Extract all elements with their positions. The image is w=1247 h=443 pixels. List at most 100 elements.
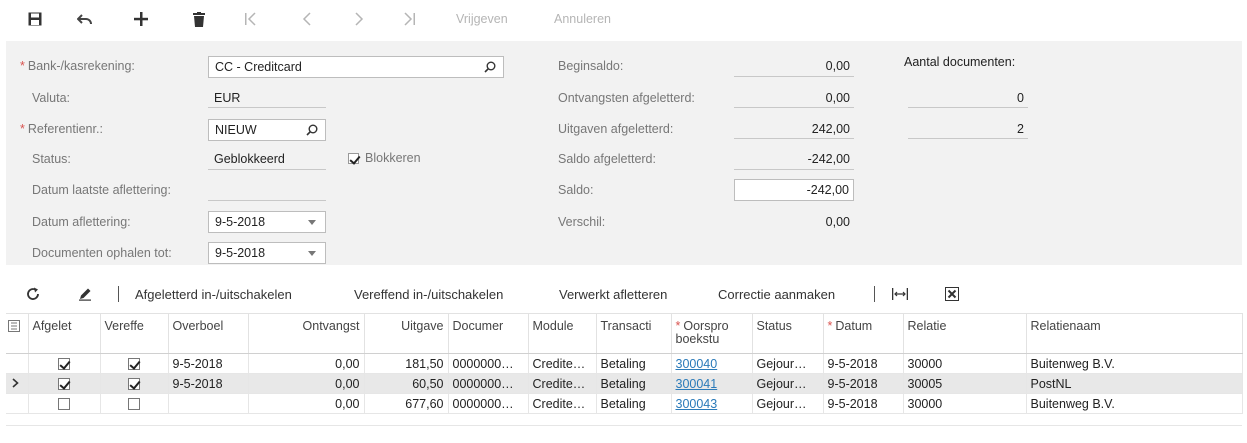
reconciled-checkbox[interactable]: [58, 358, 70, 371]
cell-customer[interactable]: 30005: [903, 373, 1027, 394]
cell-document[interactable]: 0000000…: [448, 393, 529, 414]
orig-batch-link[interactable]: 300041: [676, 377, 718, 391]
transactions-grid: Afgelet Vereffe Overboel Ontvangst Uitga…: [6, 313, 1243, 414]
cell-date[interactable]: 9-5-2018: [823, 393, 904, 414]
bank-account-field[interactable]: CC - Creditcard: [208, 56, 504, 78]
balance-cleared-label: Saldo afgeletterd:: [558, 152, 656, 166]
previous-icon[interactable]: [296, 6, 318, 32]
cell-document[interactable]: 0000000…: [448, 373, 529, 394]
cell-document[interactable]: 0000000…: [448, 353, 529, 374]
cell-date[interactable]: 9-5-2018: [823, 373, 904, 394]
cell-tran-type[interactable]: Betaling: [596, 353, 672, 374]
cell-cleared-date[interactable]: [168, 393, 249, 414]
col-tran-type[interactable]: Transacti: [596, 313, 672, 354]
beginning-balance-underline: [734, 76, 854, 77]
cell-status[interactable]: Gejour…: [752, 353, 824, 374]
reference-value: NIEUW: [215, 123, 257, 137]
reconciliation-date-field[interactable]: 9-5-2018: [208, 211, 326, 233]
cell-customer[interactable]: 30000: [903, 353, 1027, 374]
col-date[interactable]: * Datum: [823, 313, 904, 354]
grid-header-row: Afgelet Vereffe Overboel Ontvangst Uitga…: [6, 313, 1243, 354]
load-documents-field[interactable]: 9-5-2018: [208, 242, 326, 264]
row-selector[interactable]: [6, 353, 29, 374]
cell-receipt[interactable]: 0,00: [248, 353, 365, 374]
toggle-reconciled-button[interactable]: Afgeletterd in-/uitschakelen: [135, 279, 292, 309]
cell-customer-name[interactable]: Buitenweg B.V.: [1026, 353, 1243, 374]
toggle-cleared-button[interactable]: Vereffend in-/uitschakelen: [354, 279, 503, 309]
process-reconciliation-button[interactable]: Verwerkt afletteren: [559, 279, 667, 309]
cell-customer[interactable]: 30000: [903, 393, 1027, 414]
col-cleared-date[interactable]: Overboel: [168, 313, 249, 354]
row-selector[interactable]: [6, 393, 29, 414]
undo-icon[interactable]: [74, 6, 96, 32]
cell-receipt[interactable]: 0,00: [248, 393, 365, 414]
next-icon[interactable]: [348, 6, 370, 32]
col-module[interactable]: Module: [528, 313, 597, 354]
table-row[interactable]: 0,00 677,60 0000000… Credite… Betaling 300043…: [6, 393, 1243, 414]
table-row[interactable]: 9-5-2018 0,00 181,50 0000000… Credite… Betali…: [6, 353, 1243, 374]
cell-module[interactable]: Credite…: [528, 393, 597, 414]
cancel-button[interactable]: Annuleren: [554, 6, 611, 32]
col-status[interactable]: Status: [752, 313, 824, 354]
excel-export-icon[interactable]: [945, 279, 959, 309]
save-icon[interactable]: [24, 6, 46, 32]
table-row[interactable]: 9-5-2018 0,00 60,50 0000000… Credite… Betalin…: [6, 373, 1243, 394]
column-settings-icon[interactable]: [8, 320, 20, 335]
col-cleared[interactable]: Vereffe: [100, 313, 169, 354]
create-adjustment-button[interactable]: Correctie aanmaken: [718, 279, 835, 309]
cell-tran-type[interactable]: Betaling: [596, 393, 672, 414]
cell-module[interactable]: Credite…: [528, 353, 597, 374]
col-document[interactable]: Documer: [448, 313, 529, 354]
col-customer[interactable]: Relatie: [903, 313, 1027, 354]
col-orig-batch[interactable]: * Oorspro boekstu: [671, 313, 753, 354]
cell-disbursement[interactable]: 677,60: [364, 393, 449, 414]
orig-batch-link[interactable]: 300040: [676, 357, 718, 371]
cleared-checkbox[interactable]: [128, 378, 140, 391]
row-selector[interactable]: [6, 373, 29, 394]
cell-date[interactable]: 9-5-2018: [823, 353, 904, 374]
last-page-icon[interactable]: [398, 6, 420, 32]
col-reconciled[interactable]: Afgelet: [28, 313, 101, 354]
fit-columns-icon[interactable]: [892, 279, 908, 309]
disbursements-cleared-value: 242,00: [811, 122, 850, 136]
balance-field[interactable]: -242,00: [734, 179, 854, 201]
pencil-icon[interactable]: [78, 279, 92, 309]
chevron-down-icon[interactable]: [305, 215, 319, 229]
last-reconciliation-label: Datum laatste aflettering:: [32, 183, 171, 197]
cell-module[interactable]: Credite…: [528, 373, 597, 394]
chevron-down-icon[interactable]: [305, 246, 319, 260]
cell-customer-name[interactable]: PostNL: [1026, 373, 1243, 394]
col-receipt[interactable]: Ontvangst: [248, 313, 365, 354]
disbursements-count-underline: [908, 138, 1028, 139]
hold-checkbox[interactable]: Blokkeren: [348, 151, 421, 165]
first-page-icon[interactable]: [240, 6, 262, 32]
cell-status[interactable]: Gejour…: [752, 373, 824, 394]
cleared-checkbox[interactable]: [128, 398, 140, 411]
refresh-icon[interactable]: [26, 279, 40, 309]
cleared-checkbox[interactable]: [128, 358, 140, 371]
cell-cleared-date[interactable]: 9-5-2018: [168, 373, 249, 394]
release-button[interactable]: Vrijgeven: [456, 6, 508, 32]
cell-status[interactable]: Gejour…: [752, 393, 824, 414]
load-documents-label: Documenten ophalen tot:: [32, 246, 172, 260]
status-label: Status:: [32, 152, 71, 166]
search-icon[interactable]: [483, 60, 497, 74]
plus-icon[interactable]: [130, 6, 152, 32]
col-disbursement[interactable]: Uitgave: [364, 313, 449, 354]
cell-customer-name[interactable]: Buitenweg B.V.: [1026, 393, 1243, 414]
row-selector-header[interactable]: [6, 313, 29, 354]
cell-receipt[interactable]: 0,00: [248, 373, 365, 394]
hold-label: Blokkeren: [365, 151, 421, 165]
reconciled-checkbox[interactable]: [58, 378, 70, 391]
cell-disbursement[interactable]: 181,50: [364, 353, 449, 374]
cell-disbursement[interactable]: 60,50: [364, 373, 449, 394]
reference-field[interactable]: NIEUW: [208, 119, 326, 141]
cell-tran-type[interactable]: Betaling: [596, 373, 672, 394]
orig-batch-link[interactable]: 300043: [676, 397, 718, 411]
col-customer-name[interactable]: Relatienaam: [1026, 313, 1243, 354]
checkbox-checked-icon[interactable]: [348, 152, 359, 164]
trash-icon[interactable]: [188, 6, 210, 32]
cell-cleared-date[interactable]: 9-5-2018: [168, 353, 249, 374]
search-icon[interactable]: [305, 123, 319, 137]
reconciled-checkbox[interactable]: [58, 398, 70, 411]
